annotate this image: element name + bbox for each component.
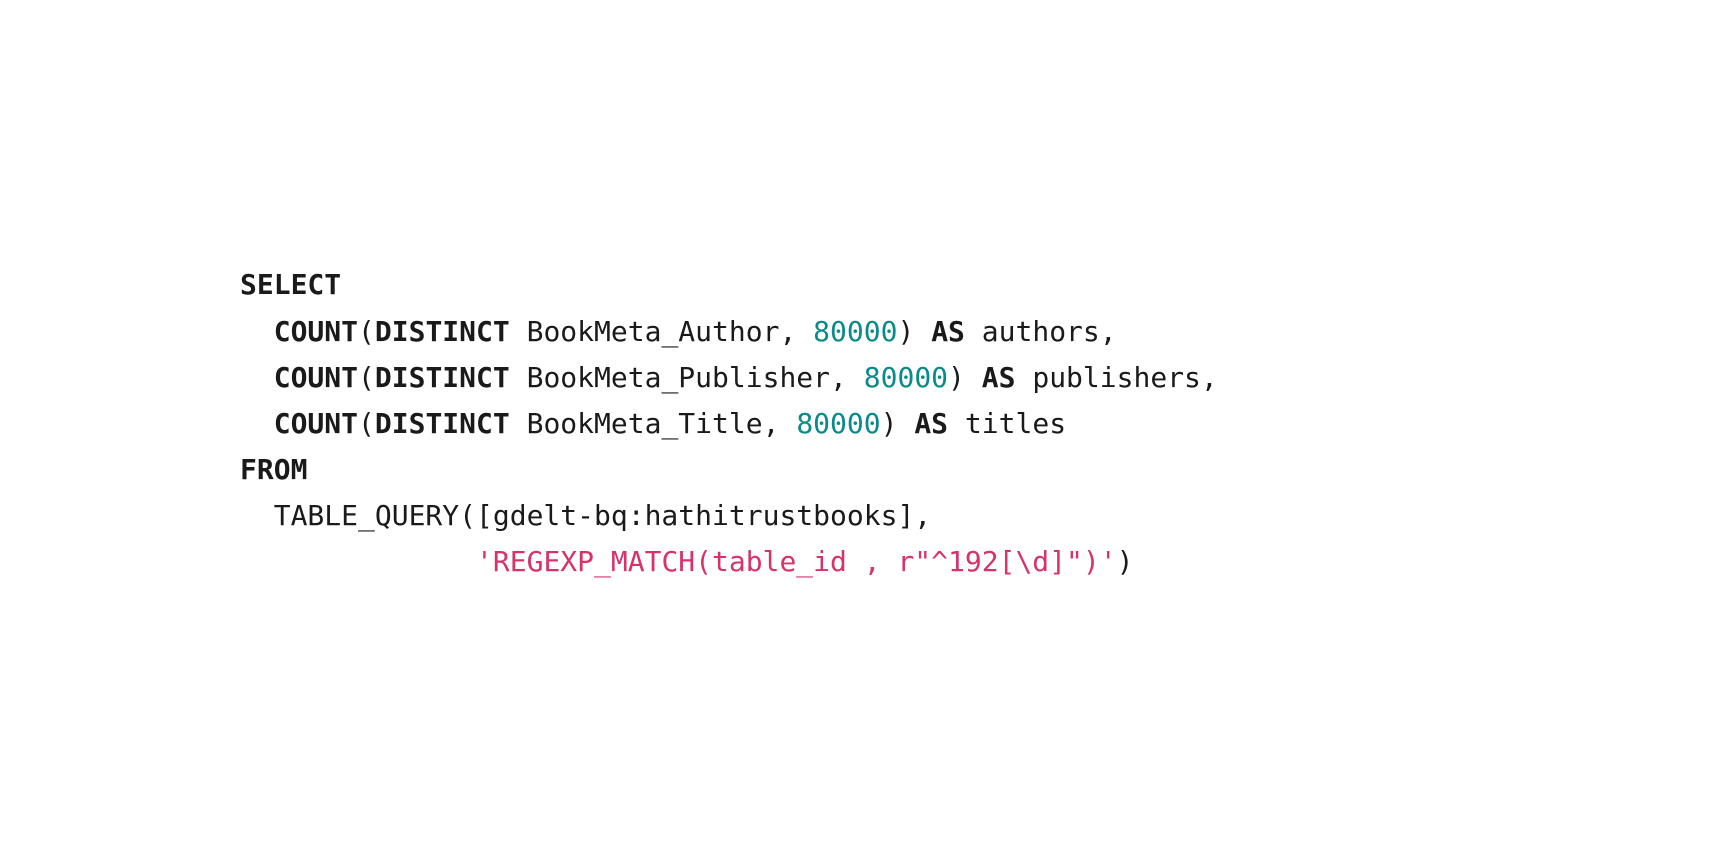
keyword-distinct: DISTINCT bbox=[375, 315, 510, 348]
alias-authors: authors, bbox=[965, 315, 1117, 348]
keyword-distinct: DISTINCT bbox=[375, 361, 510, 394]
paren-close: ) bbox=[1117, 545, 1134, 578]
alias-titles: titles bbox=[948, 407, 1066, 440]
paren-open: ( bbox=[358, 407, 375, 440]
column-author: BookMeta_Author, bbox=[510, 315, 813, 348]
keyword-as: AS bbox=[914, 407, 948, 440]
keyword-as: AS bbox=[931, 315, 965, 348]
string-literal: 'REGEXP_MATCH(table_id , r"^192[\d]")' bbox=[476, 545, 1117, 578]
column-publisher: BookMeta_Publisher, bbox=[510, 361, 864, 394]
keyword-as: AS bbox=[982, 361, 1016, 394]
table-query-call: TABLE_QUERY([gdelt-bq:hathitrustbooks], bbox=[240, 499, 931, 532]
alias-publishers: publishers, bbox=[1015, 361, 1217, 394]
column-title: BookMeta_Title, bbox=[510, 407, 797, 440]
keyword-select: SELECT bbox=[240, 268, 341, 301]
keyword-distinct: DISTINCT bbox=[375, 407, 510, 440]
number-literal: 80000 bbox=[813, 315, 897, 348]
keyword-count: COUNT bbox=[274, 407, 358, 440]
indent bbox=[240, 545, 476, 578]
paren-close: ) bbox=[881, 407, 915, 440]
paren-open: ( bbox=[358, 361, 375, 394]
paren-open: ( bbox=[358, 315, 375, 348]
keyword-count: COUNT bbox=[274, 361, 358, 394]
paren-close: ) bbox=[897, 315, 931, 348]
sql-code-block: SELECT COUNT(DISTINCT BookMeta_Author, 8… bbox=[240, 262, 1218, 585]
paren-close: ) bbox=[948, 361, 982, 394]
keyword-count: COUNT bbox=[274, 315, 358, 348]
keyword-from: FROM bbox=[240, 453, 307, 486]
number-literal: 80000 bbox=[864, 361, 948, 394]
number-literal: 80000 bbox=[796, 407, 880, 440]
